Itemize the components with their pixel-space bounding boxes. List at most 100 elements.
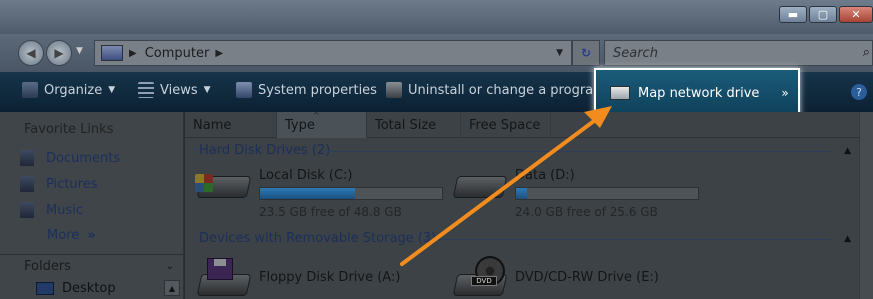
minimize-button[interactable]: ▬ [779, 6, 807, 23]
navigation-bar: ◀ ▶ ▼ ▶ Computer ▶ ▼ ↻ ⌕ [0, 34, 873, 72]
more-links-label: More [47, 228, 80, 243]
folders-label: Folders [24, 259, 71, 274]
desktop-label: Desktop [62, 281, 116, 296]
file-list-pane: Name ^ Type Total Size Free Space Hard D… [185, 111, 873, 299]
search-icon[interactable]: ⌕ [863, 45, 870, 60]
sidebar-item-music[interactable]: Music [20, 202, 83, 218]
views-button[interactable]: Views ▼ [138, 82, 211, 98]
search-input[interactable] [613, 45, 843, 61]
sidebar-item-pictures[interactable]: Pictures [20, 176, 97, 192]
forward-button[interactable]: ▶ [46, 40, 72, 66]
hard-disk-icon [195, 166, 252, 204]
dvd-label: DVD [471, 276, 497, 286]
uninstall-program-button[interactable]: Uninstall or change a program [386, 82, 606, 98]
address-bar[interactable]: ▶ Computer ▶ ▼ [94, 40, 572, 66]
folders-header[interactable]: Folders ⌄ [0, 254, 184, 278]
drive-name: DVD/CD-RW Drive (E:) [515, 270, 659, 285]
search-box[interactable]: ⌕ [604, 40, 873, 66]
maximize-icon: ▢ [817, 8, 829, 21]
organize-icon [22, 82, 38, 98]
column-header-name[interactable]: Name [185, 112, 277, 138]
system-properties-button[interactable]: System properties [236, 82, 377, 98]
more-links-button[interactable]: More » [47, 228, 96, 243]
close-button[interactable]: ✕ [839, 6, 873, 23]
group-header-removable-storage[interactable]: Devices with Removable Storage (3) [199, 231, 436, 246]
map-network-drive-button[interactable]: Map network drive » [594, 68, 800, 118]
documents-icon [20, 150, 34, 166]
sidebar-item-documents[interactable]: Documents [20, 150, 120, 166]
column-headers: Name ^ Type Total Size Free Space [185, 111, 873, 138]
organize-dropdown-icon: ▼ [108, 85, 116, 95]
column-header-free-space[interactable]: Free Space [461, 112, 551, 138]
drive-item-data-d[interactable]: Data (D:) 24.0 GB free of 25.6 GB [451, 166, 699, 219]
pictures-icon [20, 176, 34, 192]
group-header-hard-disk-drives[interactable]: Hard Disk Drives (2) [199, 143, 330, 158]
drive-free-space: 23.5 GB free of 48.8 GB [259, 205, 402, 219]
refresh-icon: ↻ [580, 46, 592, 60]
computer-icon [101, 45, 123, 61]
maximize-button[interactable]: ▢ [809, 6, 837, 23]
vertical-scrollbar[interactable] [859, 112, 873, 299]
map-network-drive-label: Map network drive [638, 85, 760, 101]
system-properties-label: System properties [258, 82, 377, 98]
more-chevron-icon: » [87, 228, 96, 243]
hard-disk-icon [451, 166, 508, 204]
drive-usage-fill [260, 188, 355, 199]
column-total-size-label: Total Size [375, 117, 437, 133]
back-arrow-icon: ◀ [26, 46, 36, 60]
dvd-drive-icon: DVD [451, 256, 508, 296]
back-button[interactable]: ◀ [18, 40, 44, 66]
sort-ascending-icon: ^ [313, 111, 320, 120]
windows-logo-icon [195, 174, 213, 192]
drive-usage-bar [515, 187, 699, 200]
views-dropdown-icon: ▼ [203, 85, 211, 95]
group-divider [423, 239, 830, 240]
window-controls: ▬ ▢ ✕ [779, 6, 873, 23]
uninstall-label: Uninstall or change a program [408, 82, 606, 98]
column-header-type[interactable]: ^ Type [277, 111, 367, 138]
forward-arrow-icon: ▶ [54, 46, 64, 60]
close-icon: ✕ [851, 8, 861, 21]
breadcrumb-chevron-icon[interactable]: ▶ [215, 48, 223, 59]
column-type-label: Type [285, 117, 315, 133]
favorite-links-header: Favorite Links [24, 122, 114, 137]
group-divider [327, 151, 830, 152]
sidebar-item-label: Pictures [46, 176, 98, 192]
refresh-button[interactable]: ↻ [572, 40, 600, 66]
minimize-icon: ▬ [787, 8, 799, 21]
desktop-icon [36, 282, 54, 295]
drive-name: Local Disk (C:) [259, 168, 353, 183]
title-bar: ▬ ▢ ✕ [0, 0, 873, 34]
organize-button[interactable]: Organize ▼ [22, 82, 115, 98]
chevron-down-icon: ⌄ [165, 261, 174, 272]
breadcrumb-separator-icon[interactable]: ▶ [129, 48, 137, 59]
organize-label: Organize [44, 82, 103, 98]
drive-free-space: 24.0 GB free of 25.6 GB [515, 205, 658, 219]
address-dropdown-icon[interactable]: ▼ [556, 48, 563, 58]
network-drive-icon [610, 86, 630, 100]
folder-tree-item-desktop[interactable]: Desktop ▲ [0, 278, 184, 299]
column-name-label: Name [193, 117, 232, 133]
drive-usage-bar [259, 187, 443, 200]
drive-item-local-c[interactable]: Local Disk (C:) 23.5 GB free of 48.8 GB [195, 166, 443, 219]
group-removable-label: Devices with Removable Storage (3) [199, 231, 437, 246]
collapse-group-icon[interactable]: ▲ [844, 234, 851, 244]
drive-item-floppy-a[interactable]: Floppy Disk Drive (A:) [195, 256, 401, 296]
column-free-space-label: Free Space [469, 117, 541, 133]
breadcrumb-computer[interactable]: Computer [145, 46, 210, 61]
recent-pages-dropdown[interactable]: ▼ [76, 46, 83, 56]
more-commands-chevron-icon[interactable]: » [781, 86, 788, 100]
navigation-pane: Favorite Links Documents Pictures Music … [0, 112, 184, 299]
collapse-group-icon[interactable]: ▲ [844, 146, 851, 156]
scroll-up-button[interactable]: ▲ [164, 280, 180, 296]
drive-name: Data (D:) [515, 168, 575, 183]
help-button[interactable]: ? [851, 84, 867, 100]
group-hard-disk-label: Hard Disk Drives (2) [199, 143, 331, 158]
drive-item-dvd-e[interactable]: DVD DVD/CD-RW Drive (E:) [451, 256, 659, 296]
floppy-drive-icon [195, 256, 252, 296]
system-properties-icon [236, 82, 252, 98]
drive-name: Floppy Disk Drive (A:) [259, 270, 401, 285]
column-header-total-size[interactable]: Total Size [367, 112, 461, 138]
views-icon [138, 82, 154, 98]
sidebar-item-label: Documents [46, 150, 121, 166]
